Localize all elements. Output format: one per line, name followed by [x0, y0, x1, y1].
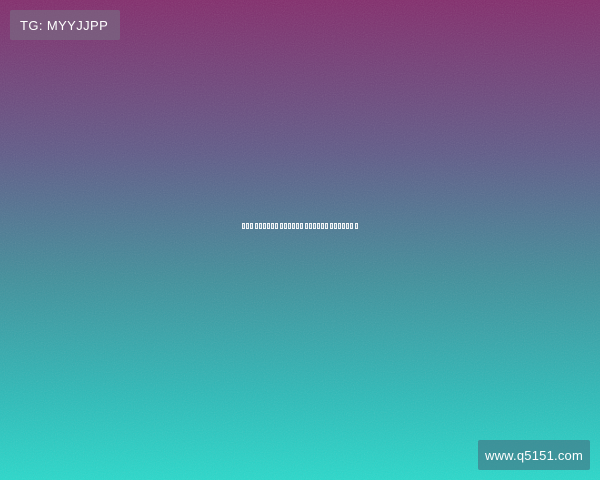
watermark-tag-text: TG: MYYJJPP [20, 17, 109, 33]
missing-glyph-icon [271, 223, 275, 229]
missing-glyph-icon [300, 223, 304, 229]
missing-glyph-icon [279, 223, 283, 229]
missing-glyph-icon [321, 223, 325, 229]
missing-glyph-icon [292, 223, 296, 229]
missing-glyph-icon [304, 223, 308, 229]
missing-glyph-icon [275, 223, 279, 229]
watermark-url-text: www.q5151.com [485, 447, 583, 463]
missing-glyph-icon [329, 223, 333, 229]
missing-glyph-icon [267, 223, 271, 229]
missing-glyph-icon [325, 223, 329, 229]
missing-glyph-icon [242, 223, 245, 229]
missing-glyph-icon [317, 223, 321, 229]
missing-glyph-icon [283, 223, 287, 229]
missing-glyph-icon [296, 223, 300, 229]
missing-glyph-icon [287, 223, 291, 229]
noise-overlay [0, 0, 600, 480]
missing-glyph-icon [333, 223, 337, 229]
missing-glyph-icon [250, 223, 254, 229]
missing-glyph-icon [337, 223, 341, 229]
missing-glyph-icon [342, 223, 346, 229]
missing-glyph-icon [346, 223, 350, 229]
missing-glyph-icon [262, 223, 266, 229]
watermark-url-box: www.q5151.com [478, 440, 590, 470]
missing-glyph-icon [246, 223, 250, 229]
missing-glyph-icon [312, 223, 316, 229]
garbled-center-text [242, 222, 358, 230]
missing-glyph-icon [354, 223, 358, 229]
missing-glyph-icon [308, 223, 312, 229]
missing-glyph-icon [254, 223, 258, 229]
missing-glyph-icon [258, 223, 262, 229]
missing-glyph-icon [350, 223, 354, 229]
watermark-tag-box: TG: MYYJJPP [10, 10, 120, 40]
